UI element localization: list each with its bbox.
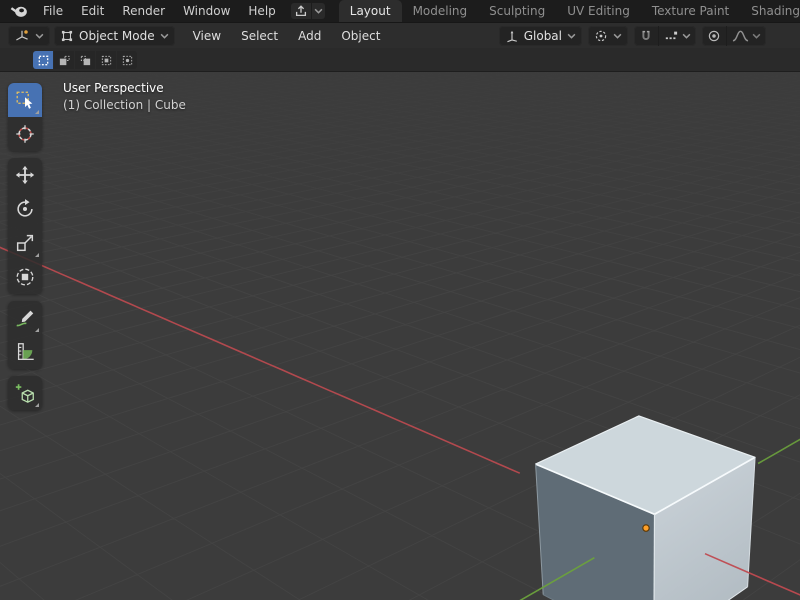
workspace-tabs: Layout Modeling Sculpting UV Editing Tex…: [338, 0, 800, 22]
add-cube-icon: [15, 384, 34, 403]
mode-label: Object Mode: [79, 28, 155, 43]
menu-edit[interactable]: Edit: [72, 0, 113, 22]
export-icon: [295, 5, 306, 17]
snap-increment-icon: [665, 31, 678, 39]
tab-modeling[interactable]: Modeling: [402, 0, 479, 22]
tool-settings-bar: [0, 48, 800, 72]
falloff-curve-icon: [732, 30, 749, 41]
blender-logo-icon[interactable]: [8, 3, 30, 19]
measure-icon: [17, 343, 34, 360]
tool-annotate[interactable]: [8, 301, 42, 335]
select-mode-invert-button[interactable]: [96, 51, 116, 69]
chevron-down-icon: [567, 33, 576, 39]
tool-move[interactable]: [8, 158, 42, 192]
proportional-editing-controls: [702, 25, 766, 46]
chevron-down-icon: [314, 8, 323, 14]
tool-measure[interactable]: [8, 335, 42, 369]
menu-add[interactable]: Add: [288, 23, 331, 49]
select-box-icon: [16, 91, 33, 109]
object-mode-icon: [61, 30, 73, 41]
tab-sculpting[interactable]: Sculpting: [478, 0, 556, 22]
chevron-down-icon: [682, 33, 691, 39]
mode-select[interactable]: Object Mode: [54, 25, 175, 46]
tool-add-cube[interactable]: [8, 376, 42, 410]
proportional-editing-toggle[interactable]: [702, 26, 726, 46]
transform-orientation-select[interactable]: Global: [498, 25, 582, 46]
object-origin-dot: [642, 524, 650, 532]
chevron-down-icon: [752, 33, 761, 39]
transform-orientation-icon: [506, 30, 517, 42]
pivot-point-select[interactable]: [588, 25, 628, 46]
tool-transform[interactable]: [8, 260, 42, 294]
scale-icon: [16, 234, 34, 252]
snap-toggle-button[interactable]: [634, 26, 658, 46]
cursor-3d-icon: [16, 125, 34, 143]
editor-3d-viewport-icon: [16, 29, 28, 41]
menu-window[interactable]: Window: [174, 0, 239, 22]
tool-rotate[interactable]: [8, 192, 42, 226]
menu-view[interactable]: View: [183, 23, 231, 49]
chevron-down-icon: [35, 33, 44, 39]
select-mode-subtract-button[interactable]: [75, 51, 95, 69]
tab-shading[interactable]: Shading: [740, 0, 800, 22]
viewport-canvas[interactable]: [0, 72, 800, 600]
tab-texture-paint[interactable]: Texture Paint: [641, 0, 740, 22]
tool-scale[interactable]: [8, 226, 42, 260]
snap-with-button[interactable]: [658, 25, 696, 46]
menu-select[interactable]: Select: [231, 23, 288, 49]
select-intersect-icon: [122, 55, 132, 65]
editor-type-button[interactable]: [8, 25, 50, 46]
menu-render[interactable]: Render: [113, 0, 174, 22]
tool-shelf: [8, 83, 42, 410]
menu-help[interactable]: Help: [239, 0, 284, 22]
rotate-icon: [17, 199, 33, 217]
snap-magnet-icon: [642, 30, 650, 40]
export-button[interactable]: [290, 3, 311, 19]
chevron-down-icon: [613, 33, 622, 39]
chevron-down-icon: [160, 33, 168, 39]
select-mode-set-button[interactable]: [33, 51, 53, 69]
orientation-label: Global: [523, 28, 562, 43]
select-mode-extend-button[interactable]: [54, 51, 74, 69]
select-extend-icon: [59, 55, 70, 65]
menu-file[interactable]: File: [34, 0, 72, 22]
header-right-controls: Global: [498, 25, 766, 46]
export-dropdown-button[interactable]: [311, 3, 325, 19]
pivot-point-icon: [595, 30, 607, 41]
proportional-falloff-button[interactable]: [726, 25, 766, 46]
move-icon: [15, 165, 35, 185]
select-subtract-icon: [80, 55, 90, 65]
viewport-3d[interactable]: User Perspective (1) Collection | Cube: [0, 72, 800, 600]
tool-select-box[interactable]: [8, 83, 42, 117]
tab-layout[interactable]: Layout: [338, 0, 402, 22]
select-invert-icon: [101, 55, 111, 65]
tab-uv-editing[interactable]: UV Editing: [556, 0, 641, 22]
transform-icon: [16, 268, 34, 286]
select-set-icon: [38, 55, 48, 65]
select-mode-intersect-button[interactable]: [117, 51, 137, 69]
proportional-editing-icon: [708, 30, 720, 41]
menu-object[interactable]: Object: [331, 23, 390, 49]
annotate-icon: [16, 310, 34, 327]
viewport-header: Object Mode View Select Add Object Globa…: [0, 22, 800, 48]
tool-cursor[interactable]: [8, 117, 42, 151]
snap-controls: [634, 25, 696, 46]
topbar: File Edit Render Window Help Layout Mode…: [0, 0, 800, 22]
